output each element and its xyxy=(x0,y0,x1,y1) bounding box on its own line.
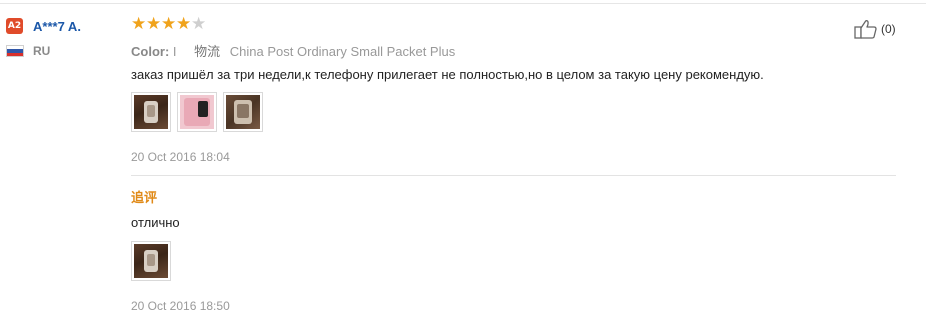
buyer-name[interactable]: A***7 A. xyxy=(33,19,81,34)
buyer-info: A2 A***7 A. RU xyxy=(6,17,124,58)
buyer-level-badge: A2 xyxy=(6,18,23,34)
review-date: 20 Oct 2016 18:04 xyxy=(131,150,230,164)
followup-label: 追评 xyxy=(131,191,158,206)
star-filled-icon: ★ xyxy=(161,14,177,34)
shipping-method: China Post Ordinary Small Packet Plus xyxy=(229,44,456,59)
star-empty-icon: ★ xyxy=(191,14,207,34)
shipping-label: 物流 xyxy=(194,44,221,59)
star-rating: ★ ★ ★ ★ ★ xyxy=(131,16,206,33)
followup-date: 20 Oct 2016 18:50 xyxy=(131,299,230,313)
top-divider xyxy=(0,3,926,4)
russia-flag-icon xyxy=(6,45,24,57)
star-filled-icon: ★ xyxy=(176,14,192,34)
review-photo-3[interactable] xyxy=(223,92,263,132)
buyer-country: RU xyxy=(33,44,51,58)
star-filled-icon: ★ xyxy=(146,14,162,34)
followup-photo-1[interactable] xyxy=(131,241,171,281)
review-photo-1[interactable] xyxy=(131,92,171,132)
color-value: I xyxy=(172,44,177,59)
helpful-button[interactable]: (0) xyxy=(854,19,896,39)
color-label: Color: xyxy=(131,44,170,59)
star-filled-icon: ★ xyxy=(131,14,147,34)
helpful-count: (0) xyxy=(881,22,896,36)
followup-photos xyxy=(131,241,177,281)
order-info: Color: I 物流 China Post Ordinary Small Pa… xyxy=(131,41,455,60)
review-photo-2[interactable] xyxy=(177,92,217,132)
followup-text: отлично xyxy=(131,215,180,230)
review-photos xyxy=(131,92,269,132)
thumbs-up-icon xyxy=(854,20,877,39)
review-text: заказ пришёл за три недели,к телефону пр… xyxy=(131,67,764,82)
followup-divider xyxy=(131,175,896,176)
